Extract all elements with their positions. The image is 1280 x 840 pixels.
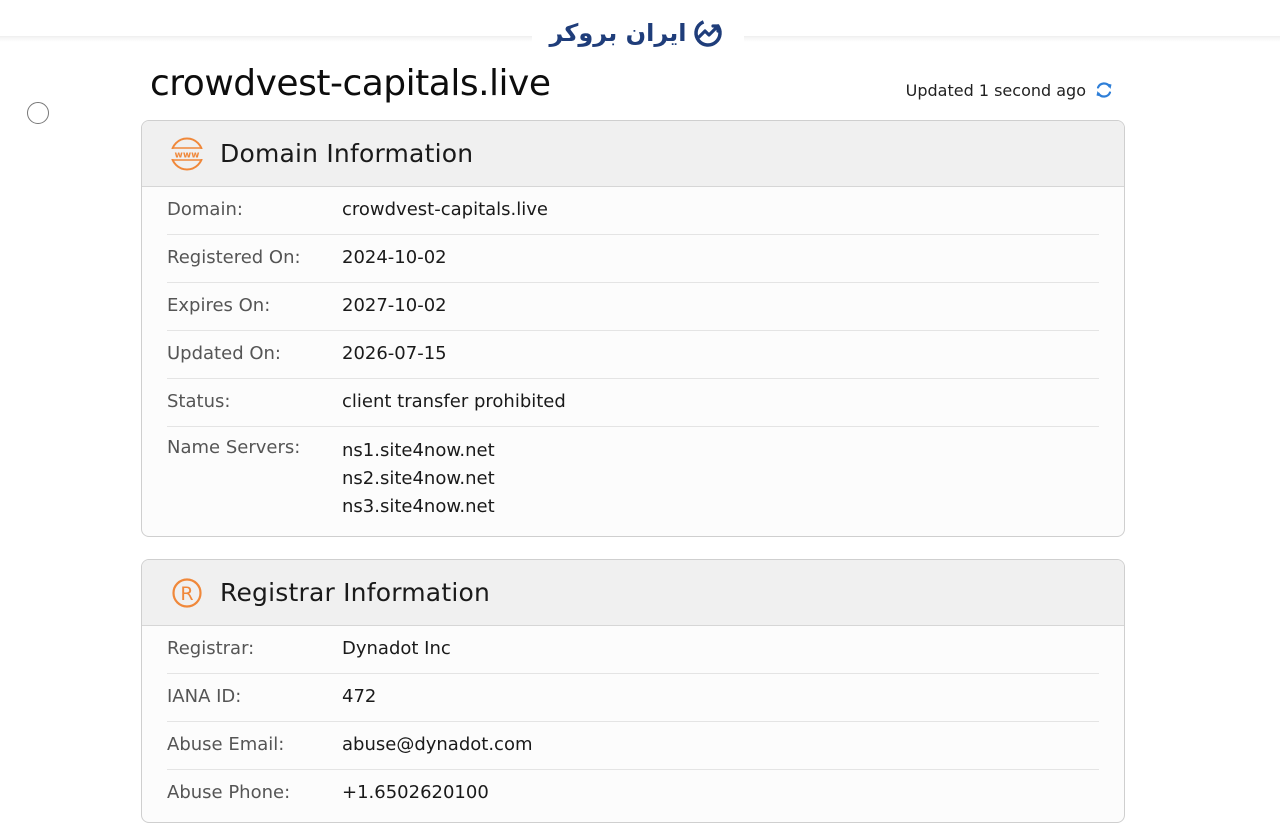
row-label: Registrar: <box>167 638 255 659</box>
table-row-name-servers: Name Servers: ns1.site4now.net ns2.site4… <box>167 427 1099 521</box>
table-row: Registrar: Dynadot Inc <box>167 626 1099 674</box>
row-label: IANA ID: <box>167 686 242 707</box>
row-value: +1.6502620100 <box>342 782 489 803</box>
domain-information-header: www Domain Information <box>142 121 1124 187</box>
radio-toggle[interactable] <box>27 102 49 124</box>
table-row: Registered On: 2024-10-02 <box>167 235 1099 283</box>
domain-information-rows: Domain: crowdvest-capitals.live Register… <box>142 187 1124 521</box>
table-row: Status: client transfer prohibited <box>167 379 1099 427</box>
table-row: Updated On: 2026-07-15 <box>167 331 1099 379</box>
registrar-information-card: R Registrar Information Registrar: Dynad… <box>141 559 1125 823</box>
svg-text:www: www <box>175 150 200 160</box>
chart-trend-icon <box>692 18 726 48</box>
svg-text:R: R <box>180 583 193 605</box>
registered-trademark-icon: R <box>168 576 206 610</box>
table-row: Domain: crowdvest-capitals.live <box>167 187 1099 235</box>
row-label: Domain: <box>167 199 243 220</box>
row-label: Name Servers: <box>167 437 301 458</box>
name-server-list: ns1.site4now.net ns2.site4now.net ns3.si… <box>342 437 495 521</box>
domain-information-title: Domain Information <box>220 139 474 168</box>
table-row: IANA ID: 472 <box>167 674 1099 722</box>
logo-text: ایران بروکر <box>549 19 687 47</box>
row-value: 2027-10-02 <box>342 295 447 316</box>
name-server-item: ns2.site4now.net <box>342 468 495 489</box>
table-row: Abuse Phone: +1.6502620100 <box>167 770 1099 818</box>
name-server-item: ns3.site4now.net <box>342 496 495 517</box>
www-globe-icon: www <box>168 137 206 171</box>
domain-information-card: www Domain Information Domain: crowdvest… <box>141 120 1125 537</box>
registrar-information-rows: Registrar: Dynadot Inc IANA ID: 472 Abus… <box>142 626 1124 818</box>
row-label: Updated On: <box>167 343 281 364</box>
row-label: Status: <box>167 391 231 412</box>
site-logo[interactable]: ایران بروکر <box>532 10 744 56</box>
refresh-icon[interactable] <box>1094 80 1114 100</box>
row-value: abuse@dynadot.com <box>342 734 533 755</box>
name-server-item: ns1.site4now.net <box>342 440 495 461</box>
registrar-information-title: Registrar Information <box>220 578 491 607</box>
row-value: 2024-10-02 <box>342 247 447 268</box>
registrar-information-header: R Registrar Information <box>142 560 1124 626</box>
table-row: Abuse Email: abuse@dynadot.com <box>167 722 1099 770</box>
updated-status: Updated 1 second ago <box>906 80 1114 100</box>
row-label: Expires On: <box>167 295 271 316</box>
row-value: 2026-07-15 <box>342 343 447 364</box>
row-value: client transfer prohibited <box>342 391 566 412</box>
row-value: 472 <box>342 686 377 707</box>
row-value: crowdvest-capitals.live <box>342 199 548 220</box>
row-value: Dynadot Inc <box>342 638 451 659</box>
page-title: crowdvest-capitals.live <box>150 63 551 104</box>
row-label: Registered On: <box>167 247 301 268</box>
updated-text: Updated 1 second ago <box>905 80 1086 100</box>
row-label: Abuse Phone: <box>167 782 291 803</box>
table-row: Expires On: 2027-10-02 <box>167 283 1099 331</box>
row-label: Abuse Email: <box>167 734 285 755</box>
